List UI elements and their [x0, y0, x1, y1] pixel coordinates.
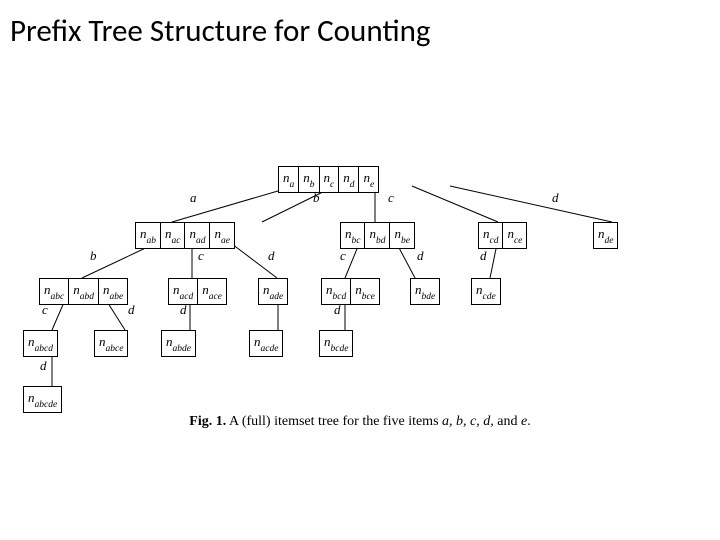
edge-label: d	[552, 190, 559, 206]
node-ab: nabc nabd nabe	[39, 278, 128, 305]
node-ad: nade	[258, 278, 288, 305]
node-a: nab nac nad nae	[135, 222, 235, 249]
node-bc: nbcd nbce	[321, 278, 380, 305]
edge-label: b	[90, 248, 97, 264]
node-bcd: nbcde	[319, 330, 353, 357]
node-abcd: nabcde	[23, 386, 62, 413]
node-b: nbc nbd nbe	[340, 222, 415, 249]
edge-label: d	[128, 302, 135, 318]
node-ade: nacde	[249, 330, 283, 357]
diagram: a b c d b c d c d d c d d d d na nb nc n…	[0, 0, 720, 540]
edge-label: d	[268, 248, 275, 264]
edge-label: d	[40, 358, 47, 374]
edge-label: c	[388, 190, 394, 206]
edge-label: c	[198, 248, 204, 264]
node-acd: nabde	[161, 330, 196, 357]
node-d: nde	[593, 222, 618, 249]
edge-label: c	[340, 248, 346, 264]
node-root: na nb nc nd ne	[278, 166, 379, 193]
node-cd: ncde	[471, 278, 501, 305]
edge-label: d	[480, 248, 487, 264]
node-abc: nabcd	[23, 330, 58, 357]
node-ac: nacd nace	[168, 278, 227, 305]
figure-caption: Fig. 1. A (full) itemset tree for the fi…	[0, 414, 720, 430]
node-bd: nbde	[410, 278, 440, 305]
node-abd: nabce	[94, 330, 128, 357]
edge-label: d	[417, 248, 424, 264]
node-c: ncd nce	[478, 222, 527, 249]
edges-svg	[0, 0, 720, 540]
edge-label: a	[190, 190, 197, 206]
